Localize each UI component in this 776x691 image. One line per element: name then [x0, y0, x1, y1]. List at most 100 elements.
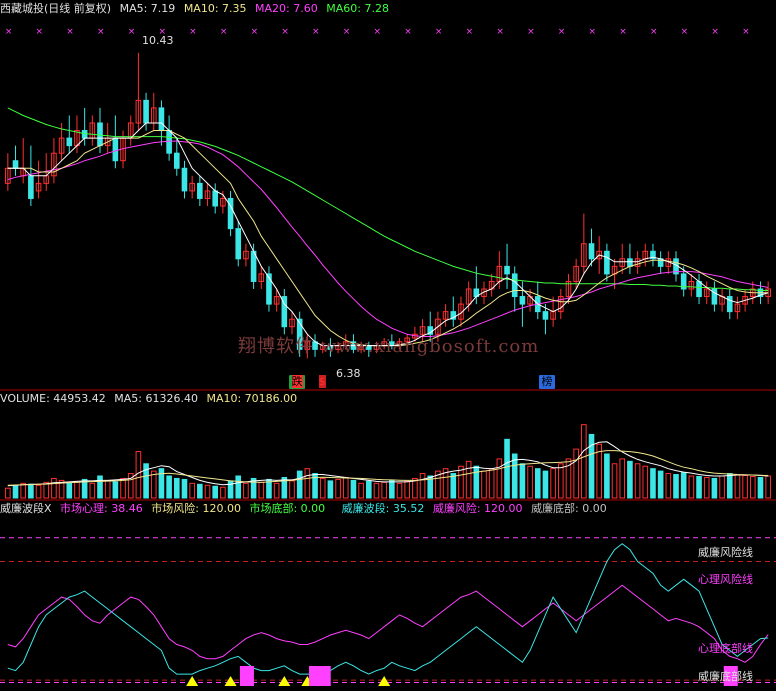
candle-body — [250, 250, 257, 282]
top-x-marker: × — [373, 27, 381, 37]
bottom-zone-marker — [316, 666, 331, 686]
wr-risk-line-label: 威廉风险线 — [698, 546, 753, 559]
volume-bar — [726, 473, 733, 499]
event-badge-fall-label: 跌 — [291, 375, 303, 388]
volume-bar — [757, 476, 764, 499]
volume-bar — [450, 473, 457, 499]
ma5-value: MA5: 7.19 — [119, 2, 176, 15]
volume-bar — [227, 480, 234, 499]
volume-bar — [12, 485, 19, 499]
volume-bar — [519, 463, 526, 499]
volume-bar — [235, 475, 242, 499]
indicator-name: 威廉波段X — [0, 502, 52, 515]
volume-bar — [573, 448, 579, 499]
event-badge-rise[interactable]: 涨 — [588, 375, 604, 389]
ma60-value: MA60: 7.28 — [326, 2, 389, 15]
candle-body — [173, 152, 180, 169]
psych-risk-line-label: 心理风险线 — [698, 573, 753, 586]
volume-bar — [381, 481, 387, 499]
candle-body — [627, 258, 633, 267]
indicator-panel-header: 威廉波段X 市场心理: 38.46 市场风险: 120.00 市场底部: 0.0… — [0, 502, 612, 515]
event-badge-fall[interactable]: 跌 — [289, 375, 305, 389]
wr-band-line — [7, 543, 769, 675]
price-panel-header: 西藏城投(日线 前复权) MA5: 7.19 MA10: 7.35 MA20: … — [0, 2, 394, 15]
top-x-marker: × — [189, 27, 197, 37]
candle-body — [519, 296, 526, 305]
volume-bar — [458, 465, 464, 499]
ma20-line — [7, 140, 769, 337]
volume-bar — [20, 482, 27, 499]
volume-bar — [104, 480, 111, 499]
candle-body — [66, 137, 73, 147]
volume-bar — [289, 480, 295, 499]
volume-bar — [673, 474, 679, 499]
volume-bar — [642, 465, 649, 499]
volume-bar — [327, 480, 334, 499]
volume-bar — [719, 475, 725, 499]
candle-body — [143, 99, 149, 124]
wr-bottom-value: 威廉底部: 0.00 — [531, 502, 607, 515]
event-badge-finance[interactable]: 财 — [634, 375, 650, 389]
volume-bar — [74, 480, 80, 499]
event-badge-finance-label: 财 — [636, 375, 648, 388]
candle-body — [504, 265, 510, 275]
candle-body — [181, 167, 188, 192]
volume-bar — [97, 475, 103, 499]
top-x-marker: × — [343, 27, 351, 37]
high-price-label: 10.43 — [142, 34, 174, 47]
volume-bar — [534, 468, 541, 499]
volume-bar — [419, 473, 426, 499]
volume-bar — [680, 472, 687, 499]
market-psych-value: 市场心理: 38.46 — [60, 502, 143, 515]
top-x-marker: × — [97, 27, 105, 37]
volume-bar — [335, 478, 341, 499]
top-x-marker: × — [128, 27, 136, 37]
market-psych-line — [7, 584, 769, 663]
top-x-marker: × — [742, 27, 750, 37]
volume-bar — [5, 487, 11, 499]
ma20-value: MA20: 7.60 — [255, 2, 318, 15]
candle-body — [542, 311, 549, 320]
event-badge-rise-label: 涨 — [590, 375, 602, 388]
wr-bottom-line-label: 威廉底部线 — [698, 670, 753, 683]
stock-title: 西藏城投(日线 前复权) — [0, 2, 112, 15]
volume-bar — [173, 477, 180, 499]
event-badge-ranking[interactable]: 榜 — [539, 375, 555, 389]
volume-panel-header: VOLUME: 44953.42 MA5: 61326.40 MA10: 701… — [0, 392, 302, 405]
top-x-marker: × — [404, 27, 412, 37]
volume-bar — [396, 482, 403, 499]
volume-bar — [665, 473, 672, 499]
candle-body — [212, 190, 219, 207]
top-x-marker: × — [36, 27, 44, 37]
volume-bar — [619, 458, 626, 499]
candle-body — [726, 296, 733, 313]
vol-ma5-value: MA5: 61326.40 — [114, 392, 198, 405]
event-badge-dollar[interactable]: $ — [314, 375, 330, 389]
candle-body — [28, 175, 34, 199]
volume-bar — [350, 479, 357, 499]
candle-body — [112, 137, 119, 162]
volume-bar — [481, 470, 487, 499]
top-x-marker: × — [619, 27, 627, 37]
volume-bar — [749, 475, 756, 499]
ma5-line — [7, 122, 769, 347]
volume-bar — [504, 438, 510, 499]
volume-bar — [373, 482, 380, 499]
top-x-marker: × — [558, 27, 566, 37]
volume-bar — [28, 483, 34, 499]
volume-bar — [465, 460, 472, 499]
volume-bar — [181, 478, 188, 499]
wr-band-value: 威廉波段: 35.52 — [341, 502, 425, 515]
volume-bar — [657, 470, 664, 499]
volume-bar — [273, 482, 280, 499]
event-badge-ranking-label: 榜 — [541, 375, 553, 388]
candle-body — [235, 228, 242, 260]
volume-bar — [696, 475, 702, 499]
volume-bar — [189, 482, 195, 499]
volume-bar — [120, 477, 126, 499]
ma60-line — [7, 107, 769, 291]
volume-bar — [220, 486, 226, 499]
volume-bar — [542, 470, 549, 499]
top-x-marker: × — [5, 27, 13, 37]
volume-value: VOLUME: 44953.42 — [0, 392, 106, 405]
